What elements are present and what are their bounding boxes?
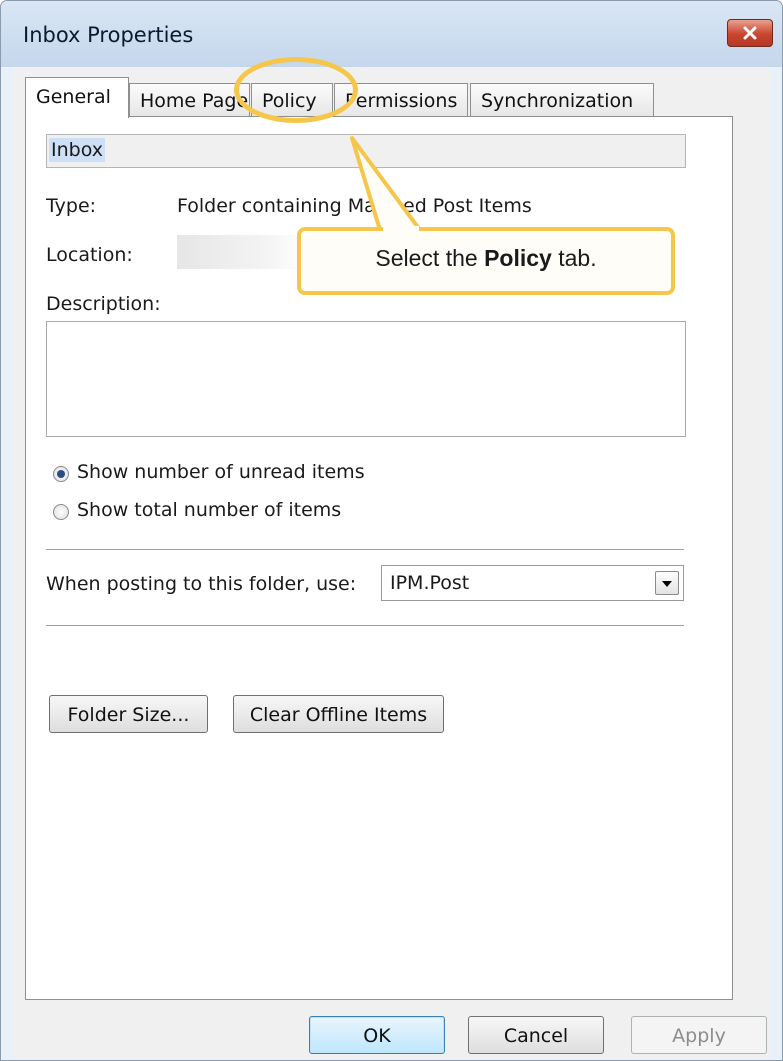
callout-pointer-join [383, 226, 419, 232]
instruction-callout: Select the Policy tab. [297, 227, 675, 295]
callout-prefix: Select the [375, 245, 485, 271]
tab-general[interactable]: General [25, 77, 129, 118]
callout-pointer [350, 136, 422, 232]
callout-emphasis: Policy [484, 245, 552, 271]
callout-text: Select the Policy tab. [301, 245, 671, 272]
callout-suffix: tab. [551, 245, 597, 271]
